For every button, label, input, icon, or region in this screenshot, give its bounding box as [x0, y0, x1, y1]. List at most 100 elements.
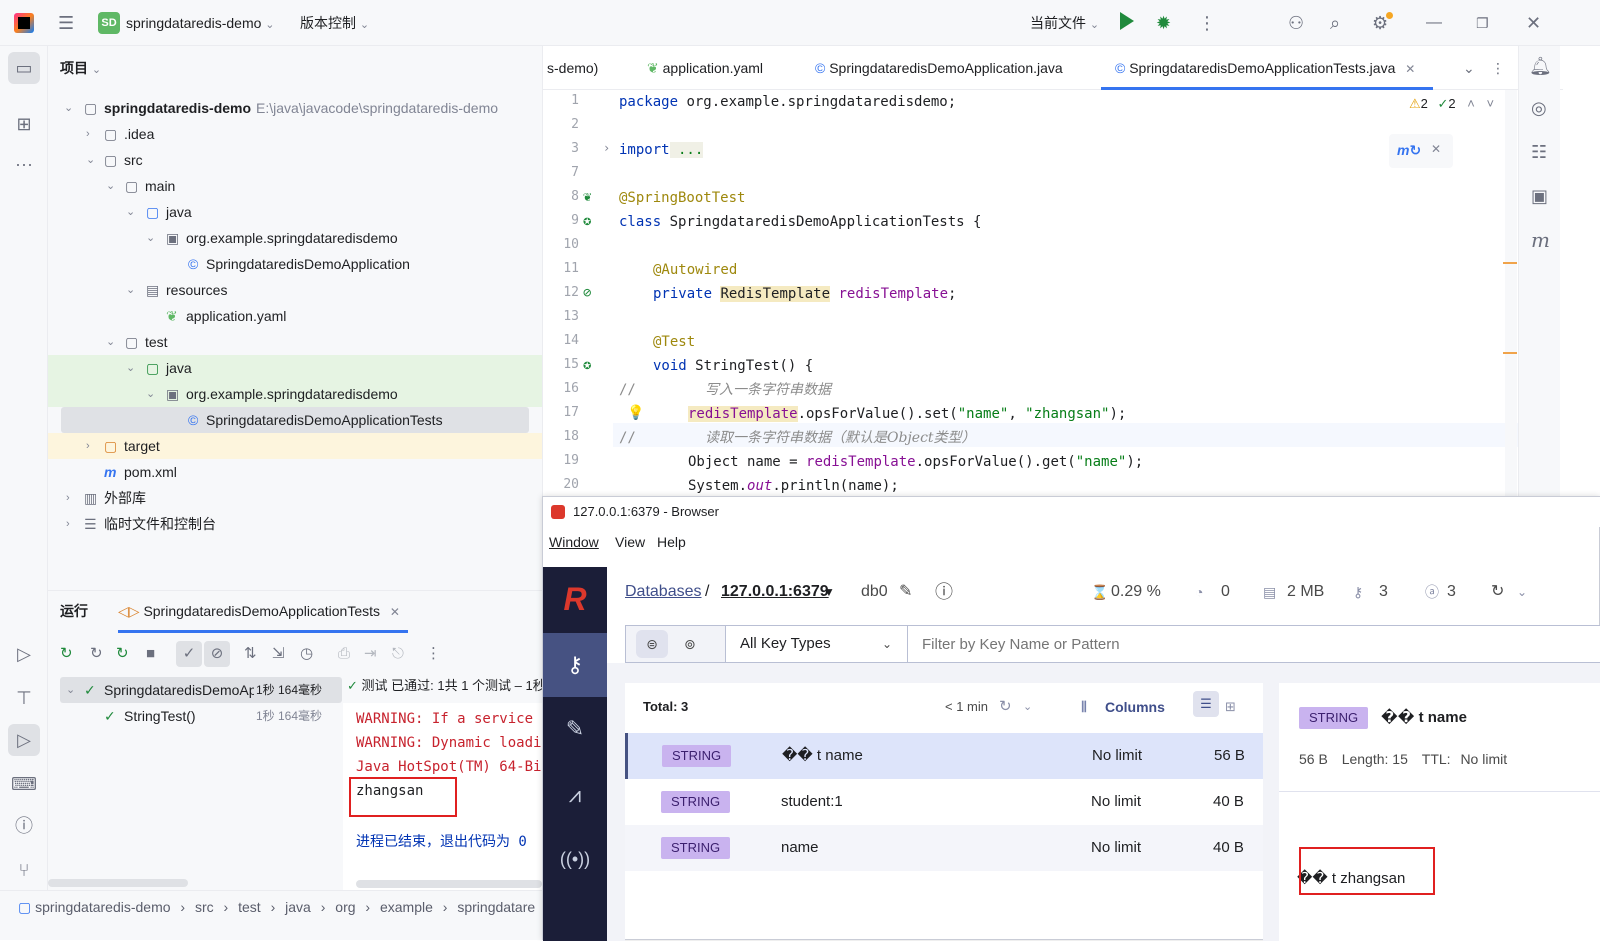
tree-item[interactable]: ❦ application.yaml	[48, 303, 542, 329]
tree-item[interactable]: ⌄ ▢ main	[48, 173, 542, 199]
tree-item-selected[interactable]: © SpringdataredisDemoApplicationTests	[61, 407, 529, 433]
refresh-icon[interactable]: ↻	[999, 683, 1012, 731]
close-icon[interactable]: ✕	[390, 605, 400, 619]
minimize-icon[interactable]: —	[1426, 0, 1442, 46]
test-tree-root[interactable]: ⌄ ✓ SpringdataredisDemoAp 1秒 164毫秒	[60, 677, 342, 703]
tree-item[interactable]: © SpringdataredisDemoApplication	[48, 251, 542, 277]
console-scrollbar[interactable]	[356, 880, 542, 888]
pencil-icon[interactable]: ✎	[899, 567, 912, 617]
tree-item[interactable]: ⌄ ▢ test	[48, 329, 542, 355]
structure-icon[interactable]: ⊞	[8, 108, 40, 140]
tab-list-chevron-icon[interactable]: ⌄	[1463, 46, 1475, 90]
ai-assistant-icon[interactable]: ◎	[1531, 98, 1547, 119]
close-tab-icon[interactable]: ✕	[1405, 62, 1415, 76]
test-tree-scrollbar[interactable]	[48, 879, 188, 887]
tree-item[interactable]: ⌄ ▤ resources	[48, 277, 542, 303]
host-link[interactable]: 127.0.0.1:6379	[721, 567, 829, 617]
settings-gear-icon[interactable]: ⚙	[1372, 0, 1393, 46]
tab-tests-java-active[interactable]: © SpringdataredisDemoApplicationTests.ja…	[1101, 46, 1433, 90]
vcs-menu[interactable]: 版本控制 ⌄	[300, 0, 369, 48]
close-window-icon[interactable]: ✕	[1526, 0, 1541, 46]
caret-down-icon[interactable]: ▼	[823, 567, 835, 617]
chevron-down-icon[interactable]: ⌄	[1517, 567, 1527, 617]
sort-icon[interactable]: ⇅	[244, 641, 257, 667]
breadcrumb-item[interactable]: example	[380, 899, 433, 915]
history-icon[interactable]: ◷	[300, 641, 313, 667]
problems-icon[interactable]: ⓘ	[8, 810, 40, 842]
toggle-auto-test-icon[interactable]: ↻	[116, 641, 129, 667]
tab-more-icon[interactable]: ⋮	[1491, 46, 1505, 90]
menu-help[interactable]: Help	[657, 527, 686, 557]
key-filter-input[interactable]	[922, 630, 1582, 658]
screenshot-icon[interactable]: ⎙	[338, 641, 350, 667]
info-icon[interactable]: ⓘ	[935, 567, 953, 617]
stop-icon[interactable]: ■	[146, 641, 155, 667]
terminal-icon[interactable]: ⌨	[8, 768, 40, 800]
console-output[interactable]: ✓ 测试 已通过: 1共 1 个测试 – 1秒 WARNING: If a se…	[343, 669, 542, 890]
breadcrumb-item[interactable]: springdataredis-demo	[35, 899, 170, 915]
add-user-icon[interactable]: ⚇	[1288, 0, 1304, 46]
workbench-edit-icon[interactable]: ✎	[543, 697, 607, 761]
maven-icon[interactable]: m	[1531, 228, 1550, 252]
breadcrumb-item[interactable]: test	[238, 899, 261, 915]
tree-item[interactable]: ⌄ ▢ src	[48, 147, 542, 173]
remote-icon[interactable]: ▣	[1531, 186, 1548, 207]
tree-item[interactable]: › ▢ target	[48, 433, 542, 459]
import-icon[interactable]: ⇥	[364, 641, 377, 667]
show-ignored-icon[interactable]: ⊘	[204, 641, 230, 667]
refresh-icon[interactable]: ↻	[1491, 567, 1504, 617]
tree-item[interactable]: ⌄ ▣ org.example.springdataredisdemo	[48, 225, 542, 251]
tab-application-java[interactable]: © SpringdataredisDemoApplication.java	[815, 46, 1063, 90]
search-icon[interactable]: ⌕	[1330, 0, 1340, 46]
git-icon[interactable]: ⑂	[8, 854, 40, 886]
hamburger-menu-icon[interactable]: ☰	[58, 0, 74, 46]
breadcrumb-item[interactable]: org	[335, 899, 355, 915]
notifications-bell-icon[interactable]: 🔔︎	[1529, 56, 1552, 77]
key-row-selected[interactable]: STRING �� t name No limit 56 B	[625, 733, 1263, 779]
breadcrumb-item[interactable]: src	[195, 899, 214, 915]
databases-link[interactable]: Databases	[625, 567, 702, 617]
tree-item[interactable]: ⌄ ▣ org.example.springdataredisdemo	[48, 381, 542, 407]
tree-view-icon[interactable]: ⊚	[684, 630, 696, 658]
more-icon[interactable]: ⋮	[1198, 0, 1216, 46]
redis-logo-icon[interactable]: R	[543, 567, 607, 631]
menu-view[interactable]: View	[615, 527, 645, 557]
more-tools-icon[interactable]: ···	[8, 148, 40, 180]
breadcrumb-item[interactable]: java	[285, 899, 311, 915]
tree-item[interactable]: ⌄ ▢ java	[48, 355, 542, 381]
maximize-icon[interactable]: ❐	[1476, 0, 1489, 46]
tree-item-project-root[interactable]: ⌄ ▢ springdataredis-demo E:\java\javacod…	[48, 95, 542, 121]
test-tree-item[interactable]: ✓ StringTest() 1秒 164毫秒	[60, 703, 342, 729]
tree-item[interactable]: m pom.xml	[48, 459, 542, 485]
export-icon[interactable]: ⎋	[392, 641, 404, 667]
database-icon[interactable]: ☷	[1531, 142, 1547, 163]
tab-partial[interactable]: s-demo)	[547, 46, 598, 90]
tree-view-icon[interactable]: ⊞	[1225, 683, 1236, 731]
list-view-icon[interactable]: ⊜	[636, 630, 668, 658]
intellij-logo-icon[interactable]	[14, 13, 34, 33]
project-tool-folder-icon[interactable]: ▭	[8, 52, 40, 84]
menu-window[interactable]: Window	[549, 527, 599, 557]
build-hammer-icon[interactable]: ⊤	[8, 682, 40, 714]
tab-application-yaml[interactable]: ❦ application.yaml	[647, 46, 763, 90]
list-view-icon[interactable]: ☰	[1193, 691, 1219, 717]
code-area[interactable]: package org.example.springdataredisdemo;…	[543, 90, 1519, 496]
key-row[interactable]: STRING name No limit 40 B	[625, 825, 1263, 871]
project-switcher[interactable]: springdataredis-demo ⌄	[126, 0, 275, 48]
run-tab[interactable]: ◁▷ SpringdataredisDemoApplicationTests ✕	[118, 591, 408, 633]
rerun-failed-icon[interactable]: ↻	[90, 641, 103, 667]
key-type-select[interactable]: All Key Types ⌄	[726, 626, 908, 662]
more-icon[interactable]: ⋮	[426, 641, 441, 667]
project-header[interactable]: 项目 ⌄	[60, 56, 101, 82]
show-passed-icon[interactable]: ✓	[176, 641, 202, 667]
columns-button[interactable]: Columns	[1105, 683, 1165, 731]
run-tool-icon[interactable]: ▷	[8, 724, 40, 756]
run-icon[interactable]	[1120, 12, 1134, 30]
tree-item[interactable]: › ☰ 临时文件和控制台	[48, 511, 542, 537]
pubsub-broadcast-icon[interactable]: ((•))	[543, 827, 607, 891]
breadcrumb-item[interactable]: springdatare	[457, 899, 535, 915]
analysis-chart-icon[interactable]: ⩘	[543, 763, 607, 827]
tree-item[interactable]: › ▢ .idea	[48, 121, 542, 147]
tree-item[interactable]: ⌄ ▢ java	[48, 199, 542, 225]
tree-item[interactable]: › ▥ 外部库	[48, 485, 542, 511]
